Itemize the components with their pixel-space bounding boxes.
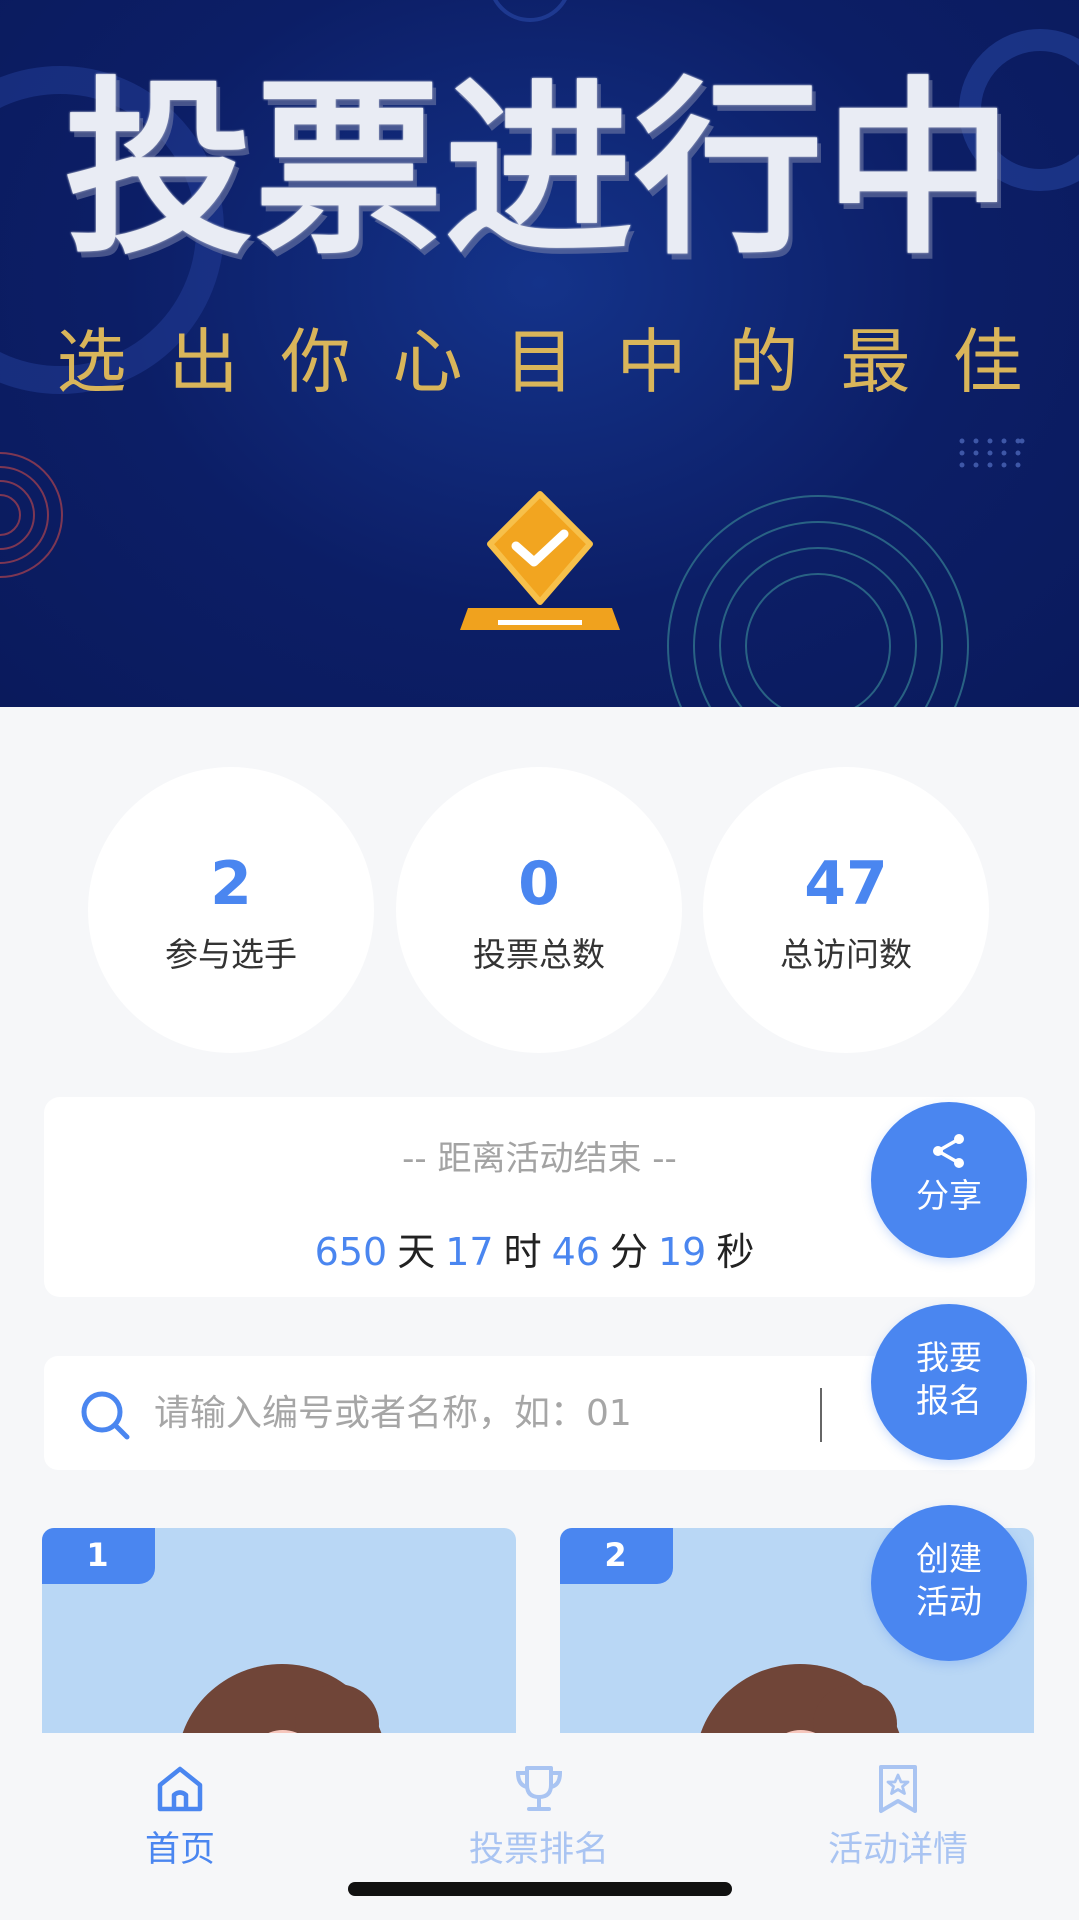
- tab-label: 投票排名: [468, 1830, 609, 1870]
- share-icon: [933, 1134, 964, 1168]
- ballot-box-icon: [460, 491, 620, 630]
- create-label: 创建 活动: [899, 1537, 999, 1623]
- badge-star-icon: [879, 1765, 917, 1813]
- stat-value: 47: [804, 849, 888, 919]
- create-label-line2: 活动: [916, 1582, 982, 1621]
- share-button[interactable]: 分享: [871, 1102, 1027, 1258]
- countdown-minutes: 46: [551, 1230, 600, 1274]
- countdown-hours: 17: [445, 1230, 494, 1274]
- tab-home[interactable]: 首页: [70, 1763, 290, 1883]
- banner-title: 投票进行中: [64, 59, 1015, 280]
- signup-label-line2: 报名: [916, 1381, 982, 1420]
- avatar: [698, 1664, 902, 1740]
- contestant-number-badge: 2: [560, 1528, 673, 1584]
- home-indicator: [348, 1882, 732, 1896]
- tab-vote-ranking[interactable]: 投票排名: [429, 1763, 649, 1883]
- countdown-hours-unit: 时: [503, 1230, 542, 1274]
- countdown-timer: 650 天 17 时 46 分 19 秒: [44, 1229, 1035, 1275]
- banner-subtitle: 选出你心目中的最佳: [56, 321, 1065, 403]
- stat-label: 参与选手: [165, 935, 297, 974]
- countdown-days-unit: 天: [397, 1230, 436, 1274]
- stat-contestants: 2 参与选手: [88, 767, 374, 1053]
- signup-button[interactable]: 我要 报名: [871, 1304, 1027, 1460]
- stat-total-visits: 47 总访问数: [703, 767, 989, 1053]
- countdown-days: 650: [314, 1230, 388, 1274]
- vote-home-page: 投票进行中 选出你心目中的最佳 2 参与选手 0 投票总数 47 总访问数 --…: [0, 0, 1079, 1920]
- stat-value: 0: [518, 849, 560, 919]
- create-activity-button[interactable]: 创建 活动: [871, 1505, 1027, 1661]
- share-label: 分享: [916, 1176, 982, 1215]
- signup-label-line1: 我要: [916, 1338, 982, 1377]
- hero-banner: 投票进行中 选出你心目中的最佳: [0, 0, 1079, 707]
- tab-activity-details[interactable]: 活动详情: [788, 1763, 1008, 1883]
- contestant-number-badge: 1: [42, 1528, 155, 1584]
- contestant-card[interactable]: 1: [42, 1528, 516, 1740]
- countdown-minutes-unit: 分: [609, 1230, 648, 1274]
- tab-label: 首页: [144, 1830, 215, 1870]
- stat-label: 投票总数: [473, 935, 605, 974]
- search-icon[interactable]: [78, 1388, 132, 1442]
- signup-label: 我要 报名: [899, 1336, 999, 1422]
- home-icon: [157, 1766, 203, 1812]
- search-divider: [820, 1388, 822, 1442]
- create-label-line1: 创建: [916, 1539, 982, 1578]
- stat-label: 总访问数: [780, 935, 912, 974]
- stat-value: 2: [210, 849, 252, 919]
- search-input[interactable]: [154, 1378, 734, 1448]
- avatar: [180, 1664, 384, 1740]
- trophy-icon: [515, 1766, 563, 1811]
- countdown-seconds-unit: 秒: [716, 1230, 755, 1274]
- countdown-seconds: 19: [657, 1230, 707, 1274]
- tab-label: 活动详情: [827, 1830, 968, 1870]
- stat-total-votes: 0 投票总数: [396, 767, 682, 1053]
